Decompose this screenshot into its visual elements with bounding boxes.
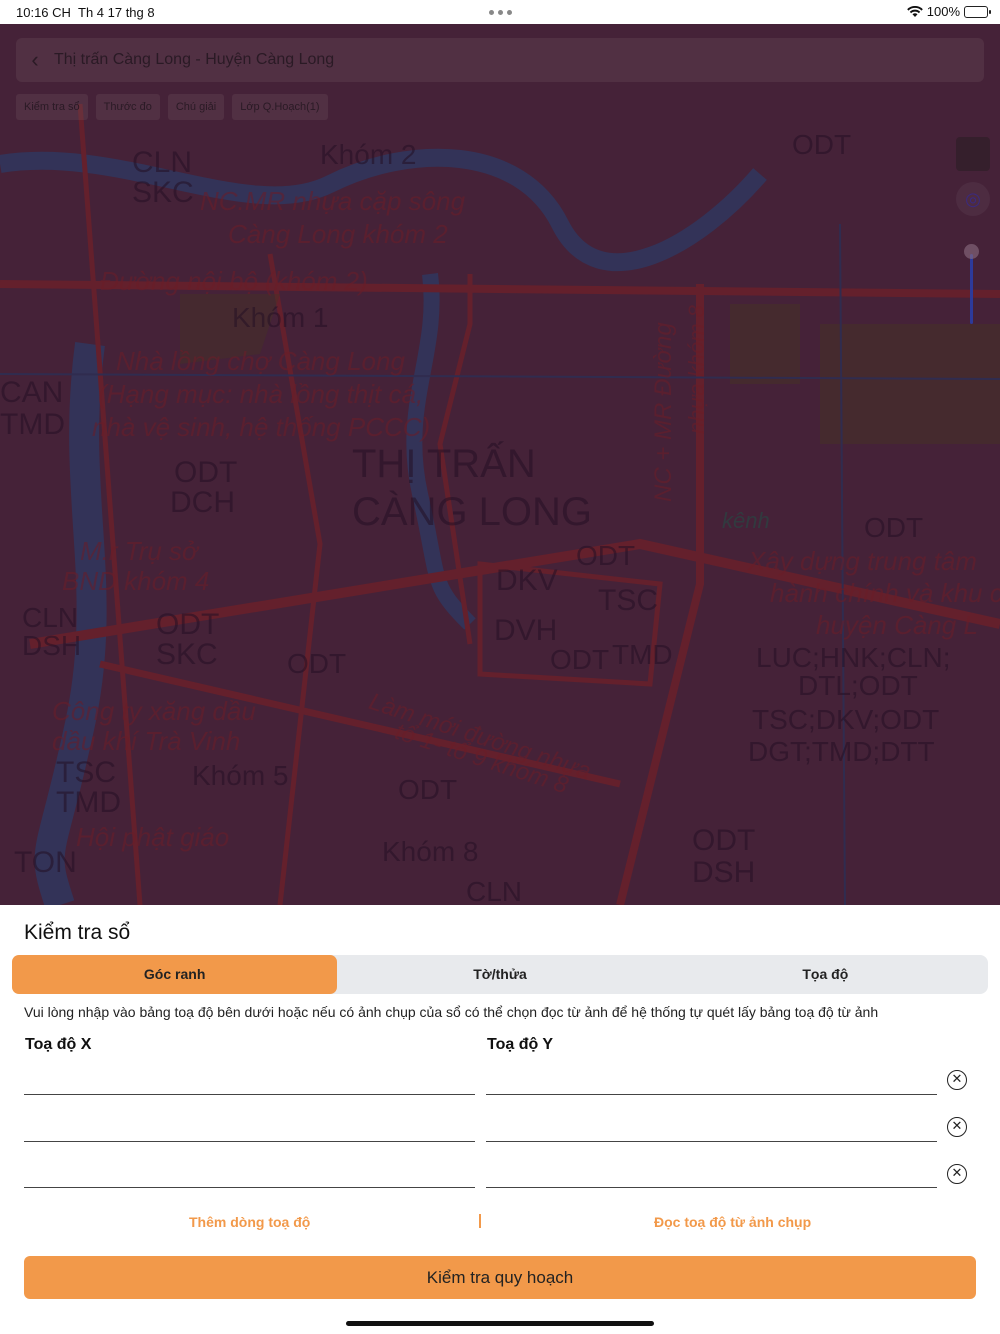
- back-icon[interactable]: ‹: [16, 47, 54, 73]
- clear-row-icon[interactable]: ✕: [947, 1070, 967, 1090]
- map-header-title: Thị trấn Càng Long - Huyện Càng Long: [54, 51, 335, 68]
- instruction-text: Vui lòng nhập vào bảng toạ độ bên dưới h…: [24, 1004, 879, 1020]
- check-planning-button[interactable]: Kiểm tra quy hoạch: [24, 1256, 976, 1299]
- tab-corner-boundary[interactable]: Góc ranh: [12, 955, 338, 994]
- status-date: Th 4 17 thg 8: [78, 5, 155, 20]
- read-from-photo-button[interactable]: Đọc toạ độ từ ảnh chụp: [654, 1214, 811, 1230]
- status-right: 100%: [906, 4, 991, 19]
- chip-ruler[interactable]: Thước đo: [95, 94, 160, 120]
- column-header-y: Toạ độ Y: [487, 1036, 554, 1053]
- coordinate-y-input[interactable]: [486, 1067, 937, 1095]
- chip-legend[interactable]: Chú giải: [167, 94, 225, 120]
- column-header-x: Toạ độ X: [25, 1036, 92, 1053]
- map-header: ‹ Thị trấn Càng Long - Huyện Càng Long: [16, 38, 984, 82]
- tab-coordinates[interactable]: Tọa độ: [663, 955, 988, 994]
- planning-map[interactable]: ODT Khóm 2 CLN SKC NC.MR nhựa cặp sông C…: [0, 24, 1000, 905]
- zoom-slider-handle[interactable]: [964, 244, 979, 259]
- coordinate-x-input[interactable]: [24, 1160, 475, 1188]
- coordinate-y-input[interactable]: [486, 1114, 937, 1142]
- sheet-title: Kiểm tra sổ: [24, 921, 131, 944]
- chip-check-book[interactable]: Kiểm tra sổ: [16, 94, 88, 120]
- clear-row-icon[interactable]: ✕: [947, 1117, 967, 1137]
- check-book-sheet: Kiểm tra sổ Góc ranh Tờ/thửa Tọa độ Vui …: [0, 905, 1000, 1334]
- home-indicator[interactable]: [346, 1321, 654, 1326]
- chip-planning-layers[interactable]: Lớp Q.Hoạch(1): [232, 94, 328, 120]
- map-layers-icon[interactable]: [956, 137, 990, 171]
- battery-percent: 100%: [926, 4, 960, 19]
- multitasking-dots-icon[interactable]: [489, 10, 512, 15]
- clear-row-icon[interactable]: ✕: [947, 1164, 967, 1184]
- wifi-icon: [906, 5, 923, 17]
- battery-icon: [964, 5, 991, 18]
- mode-segmented-control: Góc ranh Tờ/thửa Tọa độ: [12, 955, 988, 994]
- map-dim-overlay: [0, 24, 1000, 905]
- coordinate-y-input[interactable]: [486, 1160, 937, 1188]
- coordinate-x-input[interactable]: [24, 1114, 475, 1142]
- action-divider: [479, 1214, 481, 1228]
- status-time: 10:16 CH: [16, 5, 71, 20]
- map-toolbar: Kiểm tra sổ Thước đo Chú giải Lớp Q.Hoạc…: [16, 94, 328, 120]
- tab-sheet-parcel[interactable]: Tờ/thửa: [337, 955, 662, 994]
- status-bar: 10:16 CH Th 4 17 thg 8 100%: [0, 0, 1000, 24]
- zoom-slider-track[interactable]: [970, 254, 973, 324]
- locate-icon[interactable]: ◎: [956, 182, 990, 216]
- add-coordinate-row-button[interactable]: Thêm dòng toạ độ: [189, 1214, 310, 1230]
- coordinate-x-input[interactable]: [24, 1067, 475, 1095]
